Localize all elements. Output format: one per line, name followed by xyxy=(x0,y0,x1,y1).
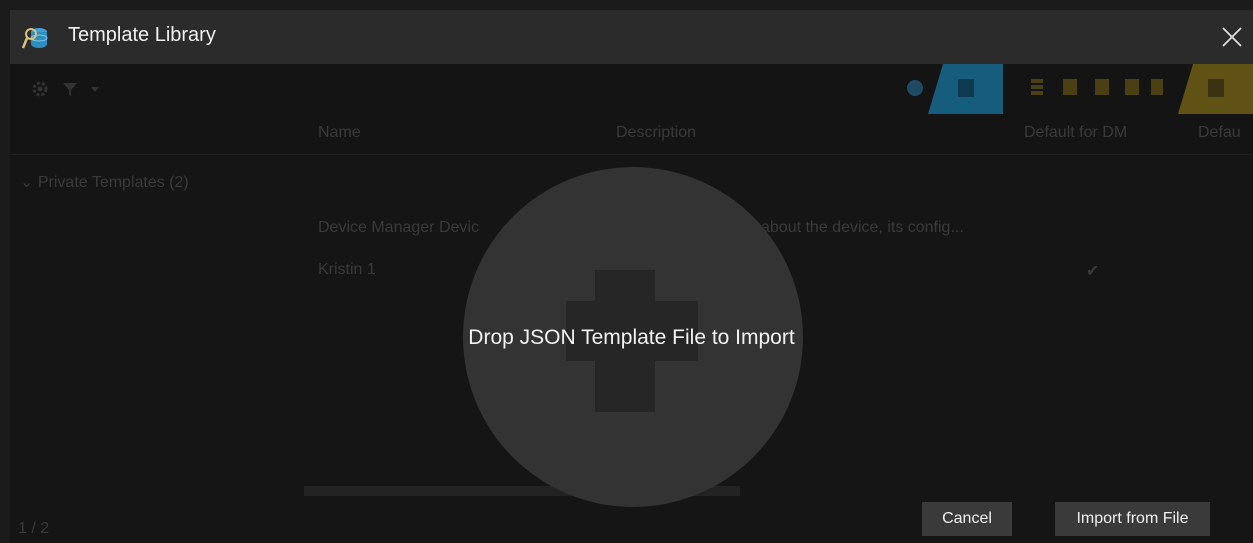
column-default-for-dm[interactable]: Default for DM xyxy=(1024,124,1127,142)
template-library-dialog: Template Library Name Description Defaul… xyxy=(10,10,1253,543)
table-row[interactable]: Device Manager Devic about the device, i… xyxy=(318,214,1253,244)
row-name: Device Manager Devic xyxy=(318,219,479,236)
column-default[interactable]: Defau xyxy=(1198,124,1241,142)
toolbar xyxy=(10,64,1253,114)
dropdown-arrow-icon[interactable] xyxy=(90,79,100,99)
chevron-down-icon: ⌄ xyxy=(20,174,38,191)
row-description: about the device, its config... xyxy=(761,219,964,236)
filter-icon[interactable] xyxy=(60,79,80,99)
close-icon[interactable] xyxy=(1217,22,1247,52)
title-bar: Template Library xyxy=(10,10,1253,64)
group-private-templates[interactable]: ⌄ Private Templates (2) xyxy=(20,172,189,192)
settings-icon[interactable] xyxy=(30,79,50,99)
column-header: Name Description Default for DM Defau xyxy=(10,114,1253,155)
import-from-file-button[interactable]: Import from File xyxy=(1055,502,1210,536)
check-icon: ✔ xyxy=(1086,263,1100,280)
row-name: Kristin 1 xyxy=(318,261,376,278)
window-title: Template Library xyxy=(68,24,216,46)
library-content: Name Description Default for DM Defau ⌄ … xyxy=(10,64,1253,543)
drop-message: Drop JSON Template File to Import xyxy=(468,326,795,349)
template-library-icon xyxy=(21,24,50,52)
cancel-button[interactable]: Cancel xyxy=(922,502,1012,536)
column-description[interactable]: Description xyxy=(616,124,696,142)
group-label: Private Templates (2) xyxy=(37,174,189,191)
page-indicator: 1 / 2 xyxy=(18,520,50,537)
column-name[interactable]: Name xyxy=(318,124,361,142)
